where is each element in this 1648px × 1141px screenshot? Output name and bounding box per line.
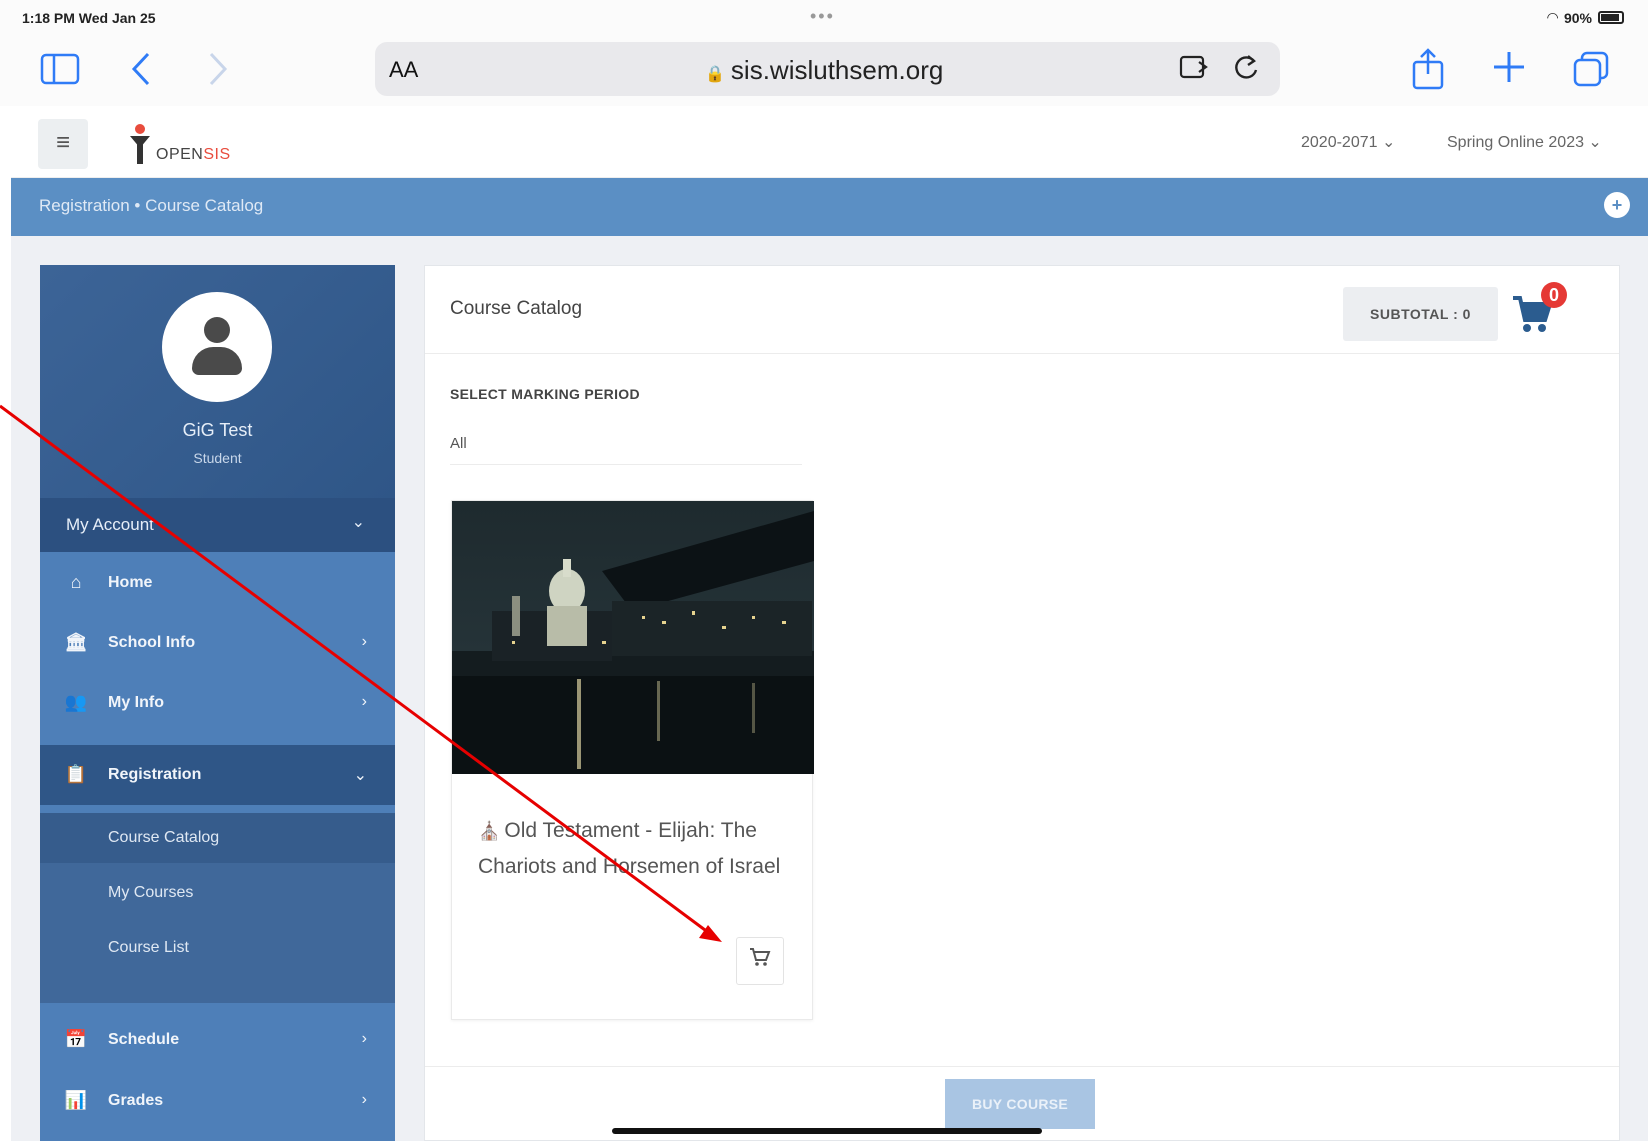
address-bar-actions <box>1178 52 1260 89</box>
subtotal-display: SUBTOTAL : 0 <box>1343 287 1498 341</box>
reload-icon[interactable] <box>1232 52 1260 89</box>
back-icon[interactable] <box>130 50 154 94</box>
chevron-right-icon: › <box>361 1030 367 1047</box>
profile-card: GiG Test Student <box>40 265 395 498</box>
browser-toolbar: AA 🔒 sis.wisluthsem.org <box>0 36 1648 106</box>
subnav-course-list[interactable]: Course List <box>40 923 395 973</box>
tabs-overview-icon[interactable] <box>1572 50 1610 94</box>
extension-icon[interactable] <box>1178 52 1212 89</box>
course-title[interactable]: ⛪ Old Testament - Elijah: The Chariots an… <box>478 813 788 885</box>
my-account-toggle[interactable]: My Account ⌄ <box>40 498 395 552</box>
user-role: Student <box>193 450 242 466</box>
app-header: ≡ OPENSIS 2020-2071 ⌄ Spring Online 2023… <box>11 112 1648 178</box>
sidebar-item-label: Grades <box>108 1092 164 1109</box>
sidebar-item-grades[interactable]: 📊 Grades › <box>40 1071 395 1131</box>
breadcrumb-bar: Registration • Course Catalog + <box>11 178 1648 236</box>
globe-icon[interactable]: + <box>1604 192 1630 218</box>
sidebar-item-label: My Info <box>108 694 164 711</box>
course-card: ⛪ Old Testament - Elijah: The Chariots an… <box>451 500 814 1020</box>
share-icon[interactable] <box>1410 46 1446 96</box>
sidebar-item-label: Schedule <box>108 1031 180 1048</box>
forward-icon[interactable] <box>205 50 229 94</box>
page-title: Course Catalog <box>450 298 583 319</box>
clipboard-icon: 📋 <box>64 764 88 784</box>
course-image <box>452 501 814 774</box>
sidebar-item-schedule[interactable]: 📅 Schedule › <box>40 1010 395 1070</box>
chevron-right-icon: › <box>361 1091 367 1108</box>
sidebar-toggle-icon[interactable] <box>40 52 80 92</box>
registration-submenu: Course Catalog My Courses Course List <box>40 813 395 1003</box>
subnav-label: Course List <box>108 939 189 956</box>
marking-period-label: SELECT MARKING PERIOD <box>450 386 640 402</box>
subnav-label: Course Catalog <box>108 829 220 846</box>
url-text[interactable]: 🔒 sis.wisluthsem.org <box>705 55 943 86</box>
url-value: sis.wisluthsem.org <box>730 55 944 85</box>
avatar[interactable] <box>162 292 272 402</box>
sidebar-item-label: School Info <box>108 634 196 651</box>
school-year-select[interactable]: 2020-2071 ⌄ <box>1301 132 1395 152</box>
panel-header: Course Catalog SUBTOTAL : 0 0 <box>425 266 1619 354</box>
hamburger-menu-icon[interactable]: ≡ <box>38 119 88 169</box>
school-icon: 🏛 <box>64 632 88 652</box>
chevron-right-icon: › <box>361 633 367 650</box>
chevron-down-icon: ⌄ <box>353 767 367 784</box>
sidebar-item-registration[interactable]: 📋 Registration ⌄ <box>40 745 395 805</box>
add-to-cart-icon <box>749 948 771 972</box>
battery-percent: 90% <box>1563 9 1592 26</box>
course-catalog-panel: Course Catalog SUBTOTAL : 0 0 SELECT MAR… <box>424 265 1620 1141</box>
sidebar-item-label: Registration <box>108 766 202 783</box>
sidebar-item-school-info[interactable]: 🏛 School Info › <box>40 613 395 673</box>
chevron-down-icon: ⌄ <box>351 514 365 531</box>
home-indicator[interactable] <box>612 1128 1042 1134</box>
people-icon: 👥 <box>64 692 88 712</box>
chart-icon: 📊 <box>64 1090 88 1110</box>
sidebar-item-my-info[interactable]: 👥 My Info › <box>40 673 395 733</box>
sidebar: GiG Test Student My Account ⌄ ⌂ Home 🏛 S… <box>40 265 395 1141</box>
subnav-label: My Courses <box>108 884 194 901</box>
opensis-logo[interactable]: OPENSIS <box>126 124 231 164</box>
subnav-course-catalog[interactable]: Course Catalog <box>40 813 395 863</box>
course-icon: ⛪ <box>478 821 501 841</box>
marking-period-dropdown[interactable]: All <box>450 435 802 465</box>
buy-course-button[interactable]: BUY COURSE <box>945 1079 1095 1129</box>
chevron-right-icon: › <box>361 693 367 710</box>
user-name: GiG Test <box>182 420 253 440</box>
add-to-cart-button[interactable] <box>736 937 784 985</box>
multitask-dots[interactable]: ••• <box>810 6 835 27</box>
cart-count-badge: 0 <box>1541 282 1567 308</box>
marking-period-select[interactable]: Spring Online 2023 ⌄ <box>1447 132 1602 152</box>
my-account-label: My Account <box>66 515 154 534</box>
cart-button[interactable]: 0 <box>1511 282 1571 338</box>
battery-indicator: ◠ 90% <box>1547 9 1624 26</box>
user-head-icon <box>204 317 230 343</box>
breadcrumb[interactable]: Registration • Course Catalog <box>39 196 263 216</box>
status-time: 1:18 PM Wed Jan 25 <box>22 10 156 26</box>
sidebar-item-home[interactable]: ⌂ Home <box>40 553 395 613</box>
home-icon: ⌂ <box>70 572 82 592</box>
battery-icon <box>1598 11 1624 24</box>
new-tab-icon[interactable] <box>1492 50 1526 90</box>
user-body-icon <box>192 347 242 375</box>
logo-figure-icon <box>126 124 154 164</box>
subnav-my-courses[interactable]: My Courses <box>40 868 395 918</box>
sidebar-item-label: Home <box>108 574 153 591</box>
logo-text: OPENSIS <box>156 146 231 163</box>
wifi-icon: ◠ <box>1547 9 1558 25</box>
status-bar: 1:18 PM Wed Jan 25 ••• ◠ 90% <box>0 0 1648 36</box>
lock-icon: 🔒 <box>705 66 725 83</box>
reader-options-button[interactable]: AA <box>389 57 418 83</box>
address-bar[interactable]: AA 🔒 sis.wisluthsem.org <box>375 42 1280 96</box>
calendar-icon: 📅 <box>64 1029 88 1049</box>
